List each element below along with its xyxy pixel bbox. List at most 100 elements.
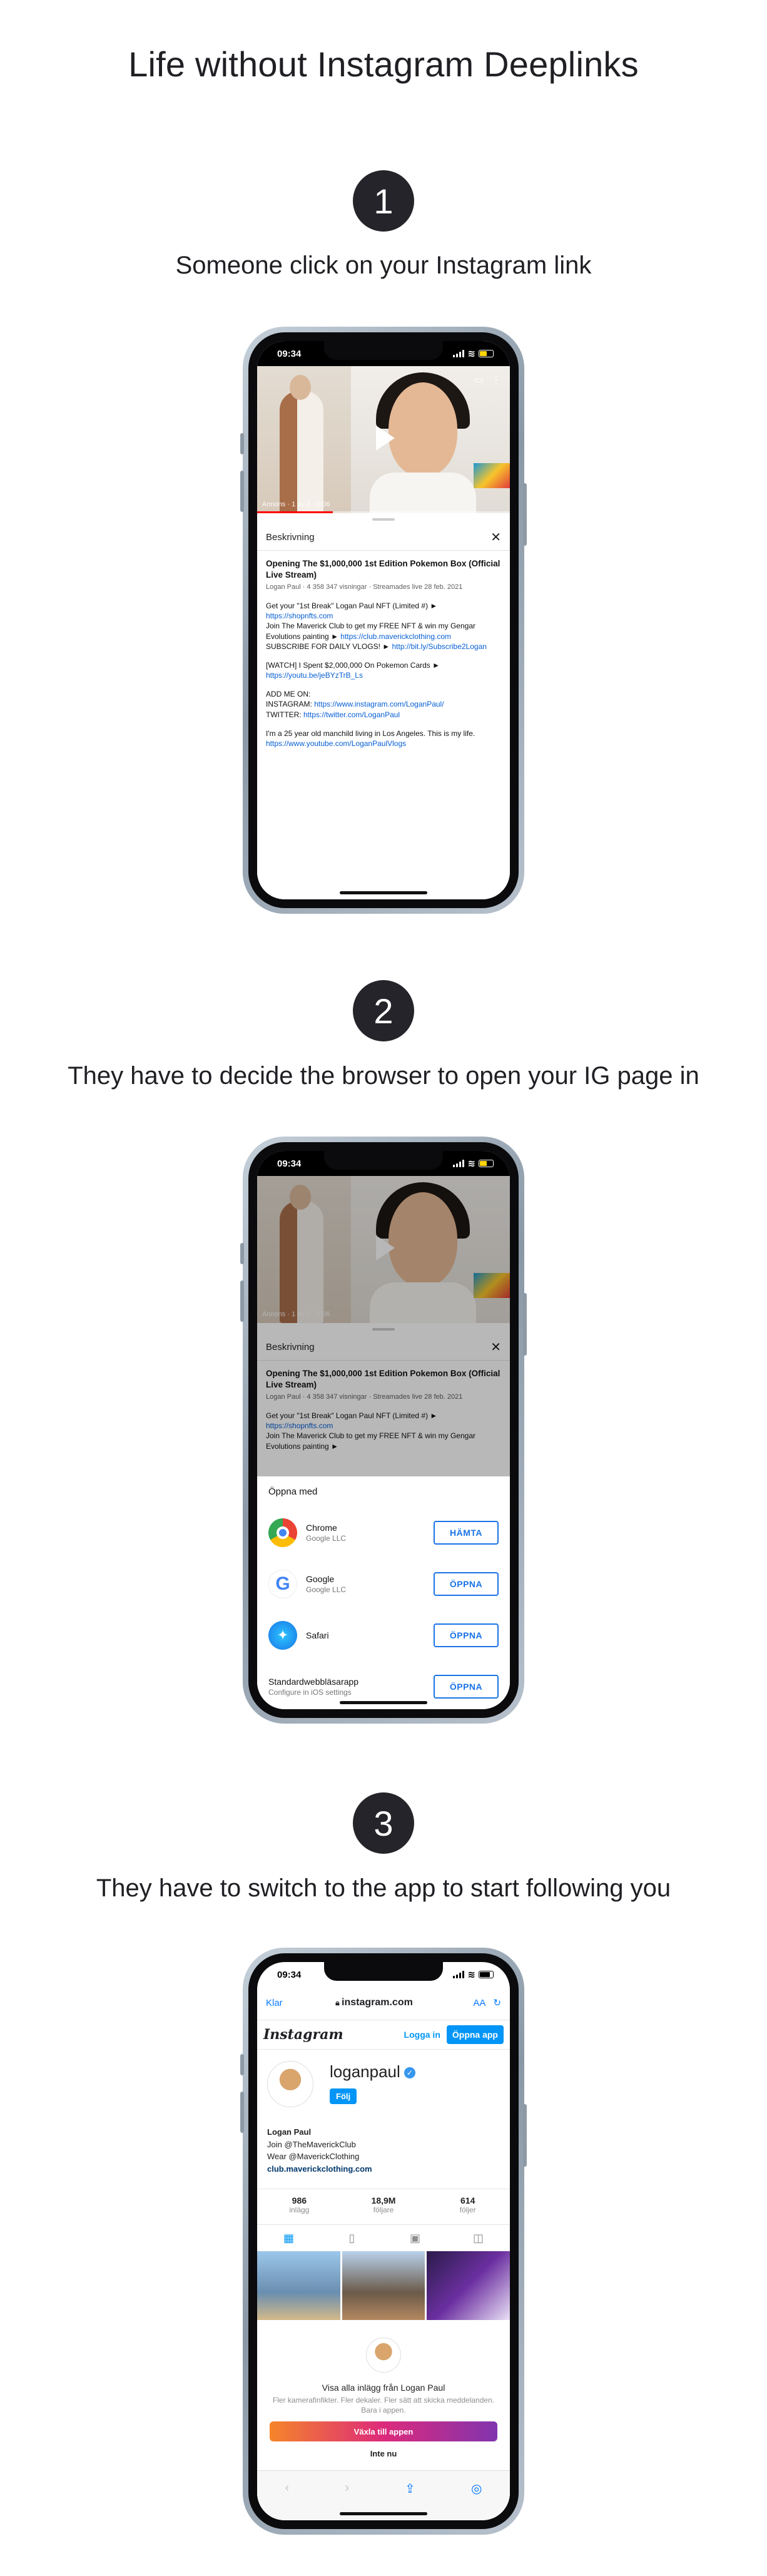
desc-link[interactable]: https://youtu.be/jeBYzTrB_Ls [266, 671, 363, 680]
compass-icon[interactable]: ◎ [471, 2481, 482, 2497]
igtv-icon[interactable]: ▣ [384, 2232, 447, 2245]
wifi-icon: ≋ [467, 1158, 475, 1169]
not-now-button[interactable]: Inte nu [270, 2449, 497, 2458]
video-title: Opening The $1,000,000 1st Edition Pokem… [266, 559, 500, 580]
grid-icon[interactable]: ▦ [257, 2232, 320, 2245]
instagram-link[interactable]: https://www.instagram.com/LoganPaul/ [314, 700, 444, 708]
text-size-button[interactable]: AA [473, 1998, 485, 2008]
reels-icon[interactable]: ▯ [320, 2232, 384, 2245]
desc-link[interactable]: http://bit.ly/Subscribe2Logan [392, 642, 487, 651]
url-text[interactable]: instagram.com [342, 1997, 413, 2008]
desc-text: SUBSCRIBE FOR DAILY VLOGS! ► [266, 641, 392, 651]
status-time: 09:34 [277, 1969, 302, 1980]
desc-link[interactable]: https://www.youtube.com/LoganPaulVlogs [266, 739, 406, 748]
profile-tabs: ▦ ▯ ▣ ◫ [257, 2225, 510, 2251]
open-default-browser-button[interactable]: ÖPPNA [434, 1675, 499, 1699]
posts-grid [257, 2251, 510, 2320]
step-1-badge: 1 [353, 170, 414, 232]
screen-youtube-description: 09:34 ≋ ▭ ⋮ Annons · 1 av 2 · 0:06 Beskri… [257, 341, 510, 899]
switch-to-app-button[interactable]: Växla till appen [270, 2421, 497, 2442]
back-icon[interactable]: ‹ [285, 2481, 290, 2495]
app-row-google[interactable]: G Google Google LLC ÖPPNA [268, 1558, 499, 1610]
profile-bio: Logan Paul Join @TheMaverickClub Wear @M… [267, 2126, 372, 2175]
step-2-title: They have to decide the browser to open … [68, 1062, 699, 1090]
instagram-header: Instagram Logga in Öppna app [257, 2020, 510, 2050]
app-name: Chrome [306, 1523, 337, 1533]
stat-number: 18,9M [371, 2195, 396, 2205]
app-name: Standardwebbläsarapp [268, 1677, 358, 1687]
done-button[interactable]: Klar [266, 1998, 283, 2008]
stat-following[interactable]: 614 följer [425, 2189, 510, 2224]
google-icon: G [268, 1570, 297, 1598]
drag-handle[interactable] [372, 518, 395, 521]
phone-step-3: 09:34 ≋ Klar 🔒︎ instagram.com AA ↻ Insta… [240, 1948, 527, 2535]
desc-text: ADD ME ON: [266, 690, 311, 699]
signal-icon [453, 1971, 465, 1978]
stat-posts[interactable]: 986 inlägg [257, 2189, 342, 2224]
more-icon[interactable]: ⋮ [491, 374, 501, 386]
get-chrome-button[interactable]: HÄMTA [434, 1521, 499, 1545]
app-name: Safari [306, 1630, 329, 1640]
description-panel: Beskrivning ✕ Opening The $1,000,000 1st… [257, 513, 510, 899]
wifi-icon: ≋ [467, 1970, 475, 1980]
prompt-title: Visa alla inlägg från Logan Paul [322, 2383, 445, 2393]
share-icon[interactable]: ⇪ [405, 2481, 415, 2497]
post-thumbnail[interactable] [427, 2251, 510, 2320]
post-thumbnail[interactable] [342, 2251, 425, 2320]
battery-icon [479, 1971, 494, 1978]
desc-text: INSTAGRAM: [266, 700, 315, 709]
desc-text: TWITTER: [266, 710, 303, 719]
phone-step-2: 09:34 ≋ Annons · 1 av 2 · 0:06 Beskrivni… [240, 1137, 527, 1724]
bio-line: Join @TheMaverickClub [267, 2139, 356, 2149]
profile-stats: 986 inlägg 18,9M följare 614 följer [257, 2189, 510, 2225]
status-time: 09:34 [277, 348, 302, 359]
follow-button[interactable]: Följ [330, 2088, 357, 2104]
video-player[interactable]: ▭ ⋮ Annons · 1 av 2 · 0:06 [257, 366, 510, 513]
step-1-title: Someone click on your Instagram link [175, 252, 592, 279]
tagged-icon[interactable]: ◫ [447, 2232, 510, 2245]
battery-icon [479, 1160, 494, 1167]
chrome-icon [268, 1518, 297, 1547]
close-icon[interactable]: ✕ [490, 529, 501, 545]
post-thumbnail[interactable] [257, 2251, 340, 2320]
description-header: Beskrivning [266, 532, 315, 543]
wifi-icon: ≋ [467, 349, 475, 359]
cast-icon[interactable]: ▭ [474, 374, 484, 386]
app-row-safari[interactable]: ✦ Safari ÖPPNA [268, 1610, 499, 1661]
forward-icon[interactable]: › [345, 2481, 349, 2495]
open-with-sheet: Öppna med Chrome Google LLC HÄMTA G Googl… [257, 1476, 510, 1709]
video-meta: Logan Paul · 4 358 347 visningar · Strea… [266, 583, 463, 591]
safari-address-bar: Klar 🔒︎ instagram.com AA ↻ [257, 1987, 510, 2018]
open-app-button[interactable]: Öppna app [446, 2025, 504, 2044]
app-sub: Google LLC [306, 1534, 347, 1543]
reload-icon[interactable]: ↻ [493, 1997, 501, 2008]
home-indicator[interactable] [340, 2512, 427, 2515]
bio-link[interactable]: club.maverickclothing.com [267, 2163, 372, 2175]
login-link[interactable]: Logga in [404, 2030, 440, 2040]
home-indicator[interactable] [340, 891, 427, 894]
page-title: Life without Instagram Deeplinks [128, 44, 639, 84]
desc-link[interactable]: https://shopnfts.com [266, 611, 333, 620]
stat-followers[interactable]: 18,9M följare [342, 2189, 426, 2224]
home-indicator[interactable] [340, 1701, 427, 1704]
desc-link[interactable]: https://twitter.com/LoganPaul [303, 710, 400, 719]
play-icon[interactable] [376, 426, 395, 451]
battery-icon [479, 350, 494, 357]
status-time: 09:34 [277, 1158, 302, 1169]
instagram-logo[interactable]: Instagram [263, 2027, 404, 2043]
desc-link[interactable]: https://club.maverickclothing.com [340, 632, 451, 641]
open-google-button[interactable]: ÖPPNA [434, 1572, 499, 1596]
verified-icon: ✓ [404, 2067, 415, 2079]
stat-number: 986 [292, 2195, 307, 2205]
app-row-chrome[interactable]: Chrome Google LLC HÄMTA [268, 1507, 499, 1558]
sheet-title: Öppna med [268, 1486, 318, 1497]
app-sub: Google LLC [306, 1585, 347, 1594]
desc-text: Get your "1st Break" Logan Paul NFT (Lim… [266, 601, 438, 610]
card-thumbnail[interactable] [474, 463, 510, 488]
stat-label: inlägg [289, 2205, 310, 2214]
step-3-badge: 3 [353, 1792, 414, 1854]
open-safari-button[interactable]: ÖPPNA [434, 1623, 499, 1647]
avatar[interactable] [267, 2061, 313, 2107]
bio-name: Logan Paul [267, 2127, 312, 2137]
desc-text: I'm a 25 year old manchild living in Los… [266, 728, 475, 738]
